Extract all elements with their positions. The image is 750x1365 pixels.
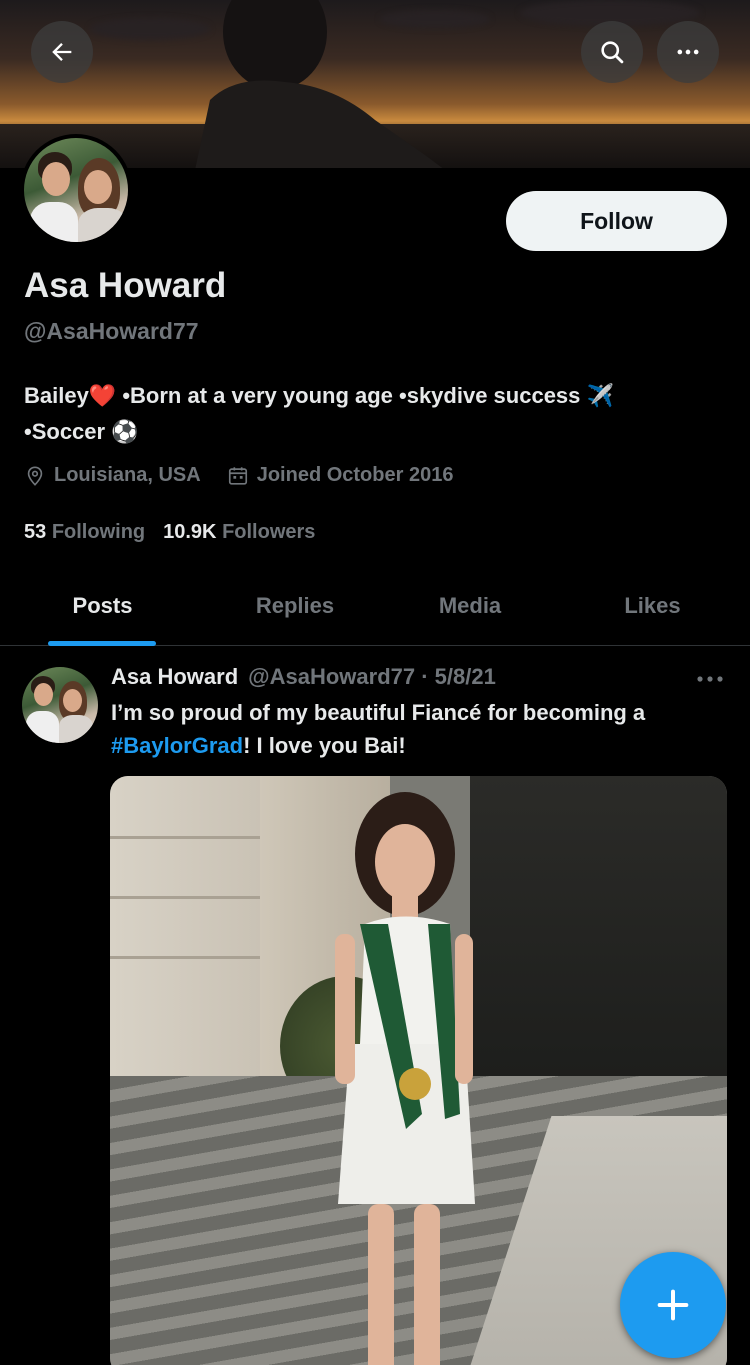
post-author-avatar[interactable] [22,667,98,743]
following-count: 53 [24,521,47,543]
post-header: Asa Howard @AsaHoward77 · 5/8/21 [111,664,496,690]
profile-counts: 53 Following 10.9K Followers [24,521,333,544]
back-button[interactable] [31,21,93,83]
avatar-shirt-left [30,202,78,242]
photo-person [335,792,475,1365]
joined-text: Joined October 2016 [256,464,454,486]
tab-label: Replies [255,593,335,618]
post-text-part: ! I love you Bai! [243,733,406,758]
avatar-face-left [34,683,53,706]
tab-posts[interactable]: Posts [0,566,205,646]
post-text: I’m so proud of my beautiful Fiancé for … [111,696,731,762]
profile-bio: Bailey❤️ •Born at a very young age •skyd… [24,378,724,450]
profile-joined: Joined October 2016 [227,464,454,487]
followers-label: Followers [222,521,316,543]
post-author-handle-date[interactable]: @AsaHoward77 · 5/8/21 [248,664,496,690]
tab-replies[interactable]: Replies [205,566,385,646]
compose-button[interactable] [620,1252,726,1358]
more-button[interactable] [657,21,719,83]
following-label: Following [51,521,146,543]
bio-text: Bailey [24,383,89,408]
follow-button[interactable]: Follow [506,191,727,251]
heart-emoji: ❤️ [88,384,117,409]
profile-location: Louisiana, USA [24,464,201,487]
profile-avatar[interactable] [20,134,132,246]
tab-media[interactable]: Media [385,566,555,646]
profile-banner[interactable] [0,0,750,168]
more-horizontal-icon [697,676,723,682]
avatar-shirt-right [78,208,128,242]
avatar-face-right [84,170,112,204]
post-more-button[interactable] [690,665,730,693]
following-link[interactable]: 53 Following [24,521,145,544]
soccer-ball-emoji: ⚽ [111,420,139,445]
hashtag-link[interactable]: #BaylorGrad [111,733,243,758]
arrow-left-icon [52,43,72,61]
avatar-photo [24,138,128,242]
tab-likes[interactable]: Likes [555,566,750,646]
profile-meta: Louisiana, USA Joined October 2016 [24,464,479,487]
search-icon [601,41,624,64]
avatar-photo [22,667,98,743]
post-text-part: I’m so proud of my beautiful Fiancé for … [111,700,646,725]
plus-icon [657,1289,689,1321]
airplane-emoji: ✈️ [586,384,614,409]
tab-label: Posts [72,593,133,618]
profile-tabs: Posts Replies Media Likes [0,566,750,646]
avatar-shirt-right [59,715,93,743]
followers-count: 10.9K [163,521,217,543]
followers-link[interactable]: 10.9K Followers [163,521,315,544]
profile-handle: @AsaHoward77 [24,318,199,344]
avatar-face-left [42,162,70,196]
calendar-icon [228,466,247,485]
avatar-face-right [63,689,82,712]
more-horizontal-icon [677,49,699,55]
active-tab-indicator [48,641,156,646]
banner-silhouette [195,0,443,168]
search-button[interactable] [581,21,643,83]
post-author-name[interactable]: Asa Howard [111,664,238,690]
bio-text: •Born at a very young age •skydive succe… [116,383,587,408]
avatar-shirt-left [26,711,59,743]
bio-text: •Soccer [24,419,112,444]
tab-label: Media [438,593,502,618]
tab-label: Likes [624,593,681,618]
location-pin-icon [27,465,43,486]
location-text: Louisiana, USA [54,464,201,486]
profile-name: Asa Howard [24,266,227,305]
